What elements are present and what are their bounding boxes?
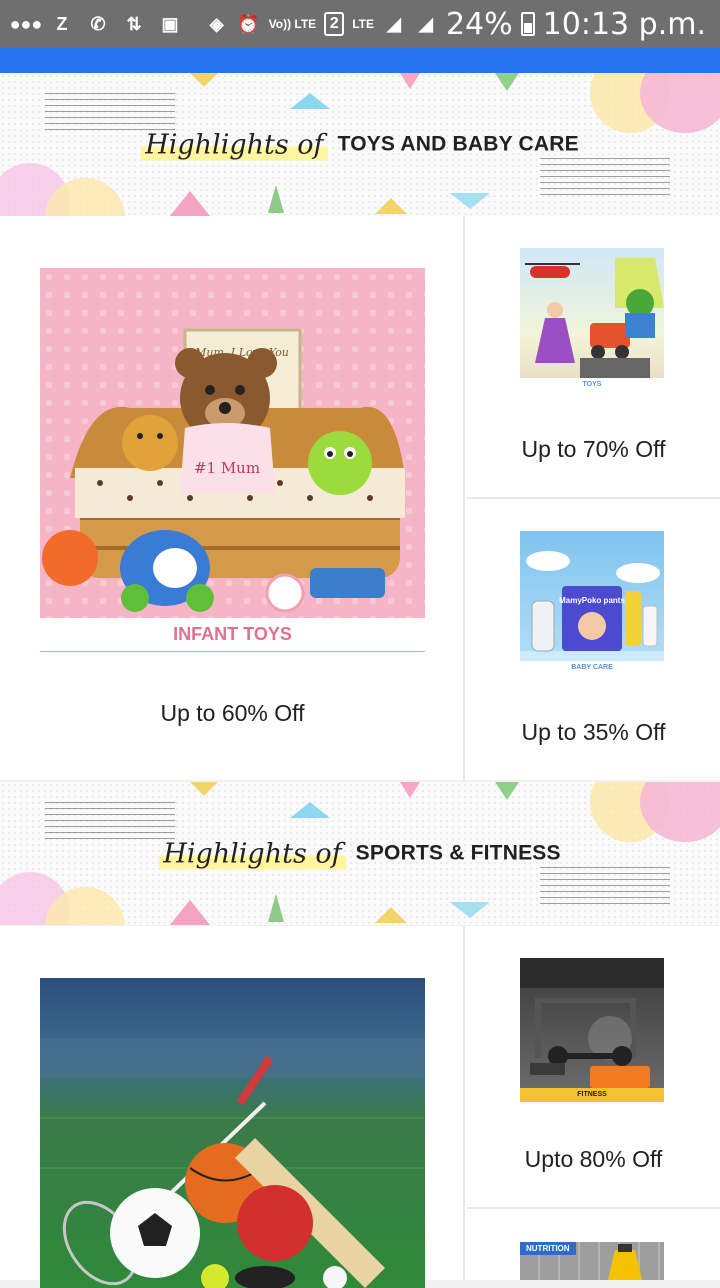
decor-triangle — [268, 894, 284, 922]
decor-triangle — [495, 73, 519, 91]
baby-care-illustration: MamyPoko pants — [520, 551, 664, 675]
bear-shirt-text: #1 Mum — [194, 459, 260, 477]
toys-illustration — [525, 258, 664, 378]
transfer-icon: ⇅ — [126, 13, 142, 34]
lte-icon: LTE — [352, 16, 374, 31]
babycare-brand-text: MamyPoko pants — [559, 596, 625, 605]
signal-icon: ◢ — [387, 13, 401, 34]
toys-offer-text: Up to 70% Off — [521, 436, 666, 462]
baby-care-offer-text: Up to 35% Off — [521, 719, 666, 745]
decor-triangle — [290, 802, 330, 818]
messages-icon: ●●● — [9, 13, 43, 34]
nutrition-illustration — [608, 1244, 642, 1280]
section-banner-sports[interactable]: Highlights of SPORTS & FITNESS — [0, 782, 720, 925]
product-grid-toys: Mum, I Love You #1 Mum INFANT TOYS Up to… — [0, 216, 720, 780]
decor-triangle — [495, 782, 519, 800]
product-card-baby-care[interactable]: MamyPoko pants BABY CARE Up to 35% Off — [467, 499, 720, 780]
product-card-nutrition[interactable]: NUTRITION — [467, 1209, 720, 1280]
decor-lines — [45, 802, 175, 842]
banner-title: Highlights of TOYS AND BABY CARE — [0, 129, 720, 160]
fitness-offer-text: Upto 80% Off — [524, 1146, 663, 1172]
z-app-icon: Z — [56, 13, 68, 34]
clock: 10:13 p.m. — [542, 6, 706, 42]
infant-toys-image: Mum, I Love You #1 Mum INFANT TOYS — [40, 268, 425, 653]
product-card-fitness[interactable]: FITNESS Upto 80% Off — [467, 926, 720, 1209]
decor-triangle — [375, 907, 407, 923]
fitness-illustration — [520, 958, 664, 1088]
app-header-bar — [0, 48, 720, 73]
signal-full-icon: ◢ — [419, 13, 433, 34]
section-banner-toys[interactable]: Highlights of TOYS AND BABY CARE — [0, 73, 720, 216]
fitness-thumbnail: FITNESS — [520, 958, 664, 1102]
banner-title: Highlights of SPORTS & FITNESS — [0, 838, 720, 869]
decor-lines — [540, 158, 670, 198]
volte-icon: Vo)) LTE — [268, 16, 317, 31]
infant-toys-illustration: Mum, I Love You #1 Mum — [42, 328, 405, 613]
fitness-caption: FITNESS — [520, 1088, 664, 1102]
featured-card-sports[interactable] — [0, 926, 465, 1288]
featured-offer-text: Up to 60% Off — [160, 700, 305, 726]
baby-care-caption: BABY CARE — [520, 661, 664, 675]
decor-triangle — [450, 193, 490, 209]
decor-triangle — [170, 900, 210, 925]
product-grid-sports: FITNESS Upto 80% Off NUTRITION — [0, 926, 720, 1288]
sports-illustration — [40, 1038, 425, 1288]
sports-image — [40, 978, 425, 1288]
decor-lines — [45, 93, 175, 133]
status-bar: ●●● Z ✆ ⇅ ▣ ◈ ⏰ Vo)) LTE 2 LTE ◢ ◢ 24% 1… — [0, 0, 720, 48]
decor-triangle — [450, 902, 490, 918]
infant-toys-label: INFANT TOYS — [173, 624, 292, 644]
decor-triangle — [268, 185, 284, 213]
decor-triangle — [170, 191, 210, 216]
category-title: TOYS AND BABY CARE — [337, 132, 579, 156]
battery-percent: 24% — [445, 6, 513, 42]
toys-thumbnail: TOYS — [520, 248, 664, 392]
decor-triangle — [290, 93, 330, 109]
highlights-script-text: Highlights of — [159, 838, 346, 869]
decor-triangle — [190, 782, 218, 796]
category-title: SPORTS & FITNESS — [355, 841, 561, 865]
decor-triangle — [400, 73, 420, 89]
decor-triangle — [400, 782, 420, 798]
whatsapp-icon: ✆ — [90, 13, 106, 34]
decor-triangle — [375, 198, 407, 214]
alarm-icon: ⏰ — [237, 13, 260, 34]
gallery-icon: ▣ — [161, 13, 179, 34]
vibrate-mute-icon: ◈ — [209, 13, 224, 34]
battery-icon — [520, 12, 535, 36]
highlights-script-text: Highlights of — [141, 129, 328, 160]
baby-care-thumbnail: MamyPoko pants BABY CARE — [520, 531, 664, 675]
featured-card-infant-toys[interactable]: Mum, I Love You #1 Mum INFANT TOYS Up to… — [0, 216, 465, 780]
sim-slot-icon: 2 — [324, 12, 345, 36]
decor-lines — [540, 867, 670, 907]
nutrition-thumbnail: NUTRITION — [520, 1242, 664, 1280]
product-card-toys[interactable]: TOYS Up to 70% Off — [467, 216, 720, 499]
decor-triangle — [190, 73, 218, 87]
toys-caption: TOYS — [520, 378, 664, 392]
label-divider — [40, 651, 425, 652]
